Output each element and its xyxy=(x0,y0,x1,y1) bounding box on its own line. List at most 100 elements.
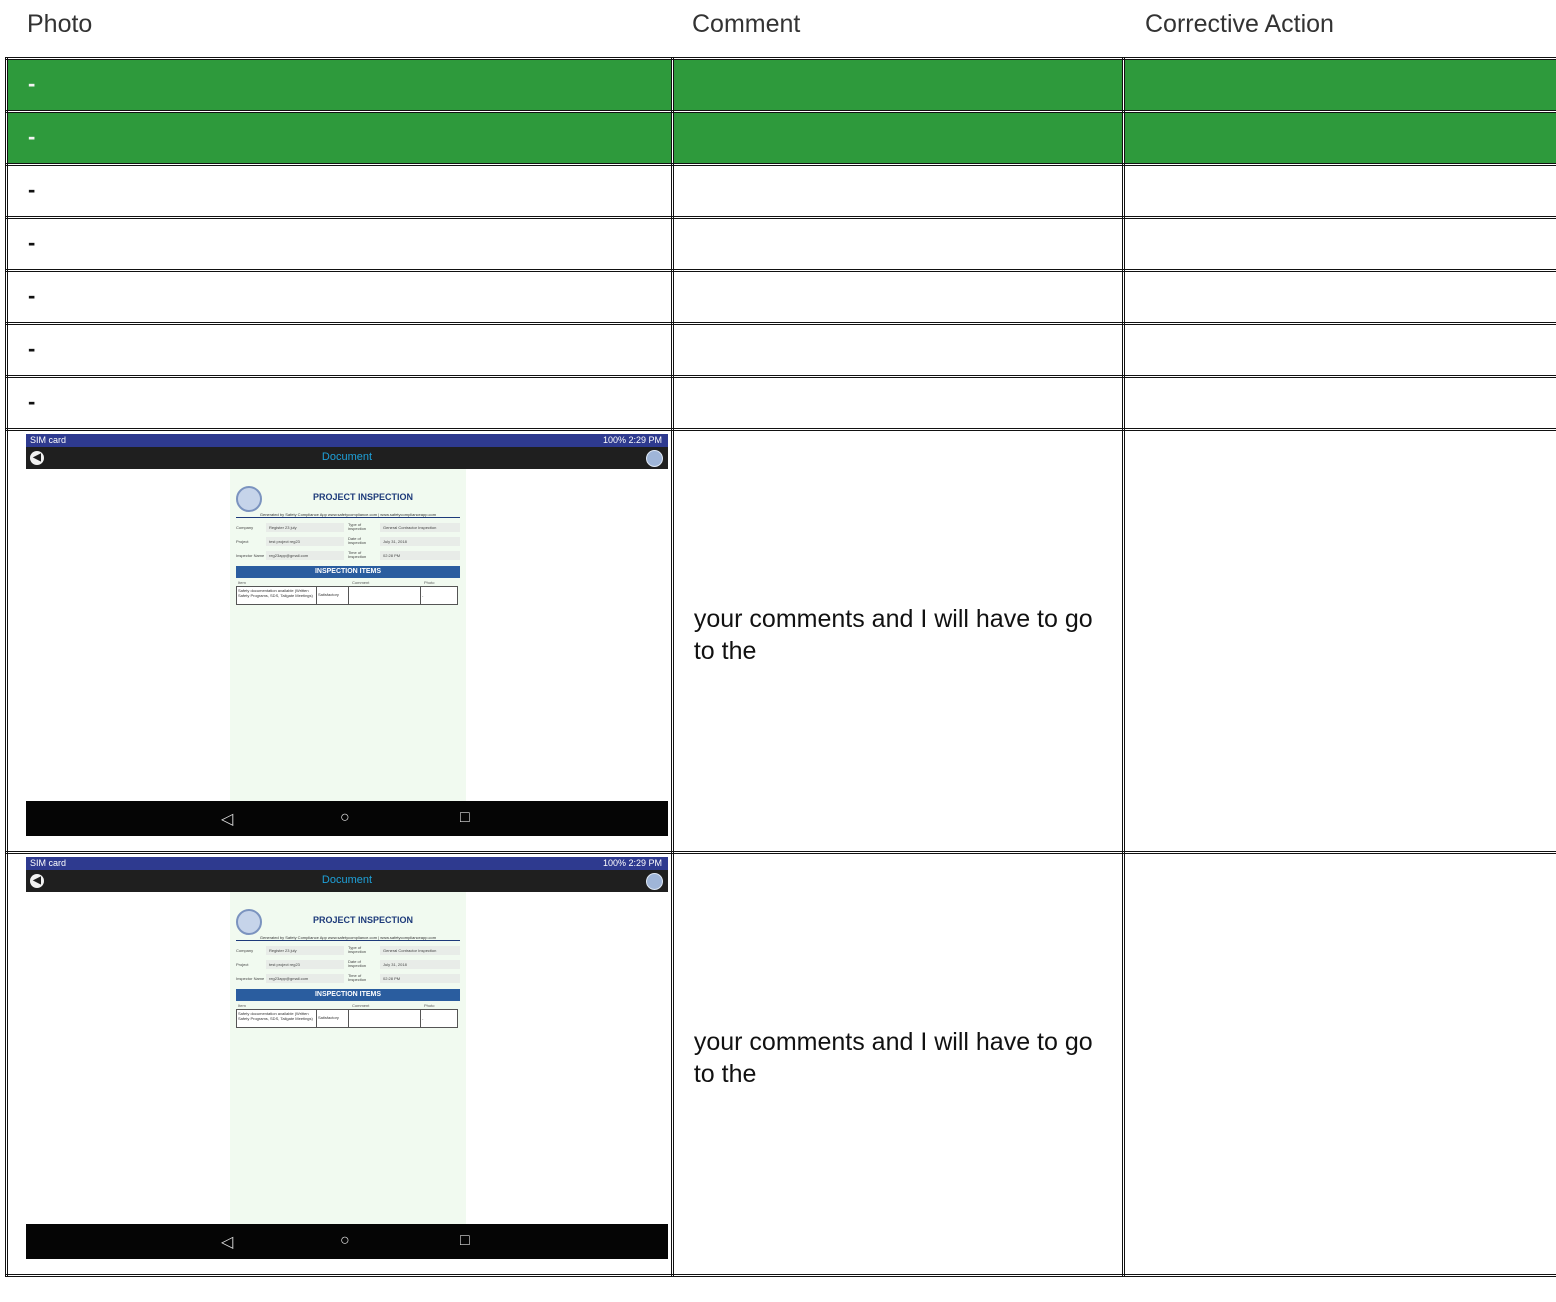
photo-placeholder: - xyxy=(28,177,36,202)
photo-cell: - xyxy=(5,163,674,219)
comment-cell xyxy=(670,322,1126,378)
nav-home-icon[interactable]: ○ xyxy=(340,809,350,827)
page: Photo Comment Corrective Action - - - - … xyxy=(0,0,1556,1302)
item-photo: - xyxy=(422,1016,424,1021)
field-key: Time of Inspection xyxy=(348,550,367,559)
field-row: Project test project reg23 Date of inspe… xyxy=(236,537,460,546)
item-status: Satisfactory xyxy=(317,587,349,604)
comment-cell xyxy=(670,57,1126,113)
corrective-action-header: Corrective Action xyxy=(1145,10,1334,38)
nav-home-icon[interactable]: ○ xyxy=(340,1232,350,1250)
app-logo-icon xyxy=(646,450,663,467)
toolbar-title: Document xyxy=(321,451,373,463)
corrective-action-cell xyxy=(1122,851,1556,1277)
item-row: Safety documentation available (Written … xyxy=(236,586,458,605)
comment-cell xyxy=(670,375,1126,431)
nav-back-icon[interactable]: ◁ xyxy=(221,809,233,829)
android-nav-bar: ◁ ○ □ xyxy=(26,1224,668,1259)
comment-cell: your comments and I will have to go to t… xyxy=(670,851,1126,1277)
items-header-comment: Comment xyxy=(352,1003,370,1008)
field-value: July 31, 2018 xyxy=(380,960,460,969)
table-row: - xyxy=(5,110,1556,166)
field-key: Inspector Name xyxy=(236,553,265,558)
app-toolbar: ◀ Document xyxy=(26,870,668,892)
items-header-item: Item xyxy=(238,580,246,585)
comment-cell xyxy=(670,163,1126,219)
divider xyxy=(236,517,460,518)
field-value: General Contractor Inspection xyxy=(380,523,460,532)
table-row: - xyxy=(5,163,1556,219)
table-row: SIM card 100% 2:29 PM ◀ Document PROJECT… xyxy=(5,428,1556,854)
nav-recent-icon[interactable]: □ xyxy=(460,809,470,827)
status-info: 100% 2:29 PM xyxy=(602,858,662,868)
field-value: Register 23 july xyxy=(266,523,344,532)
field-key: Date of inspection xyxy=(348,536,367,545)
comment-text: your comments and I will have to go to t… xyxy=(693,605,1093,665)
photo-cell: SIM card 100% 2:29 PM ◀ Document PROJECT… xyxy=(5,428,674,854)
inspection-screenshot: SIM card 100% 2:29 PM ◀ Document PROJECT… xyxy=(26,434,668,836)
status-bar: SIM card 100% 2:29 PM xyxy=(26,857,668,870)
photo-placeholder: - xyxy=(28,230,36,255)
corrective-action-cell xyxy=(1122,269,1556,325)
field-key: Date of inspection xyxy=(348,959,367,968)
table-header: Photo Comment Corrective Action xyxy=(0,0,1556,52)
doc-title: PROJECT INSPECTION xyxy=(312,492,413,502)
photo-placeholder: - xyxy=(28,124,36,149)
corrective-action-cell xyxy=(1122,428,1556,854)
items-header: Item Comment Photo xyxy=(236,580,460,585)
field-key: Type of inspection xyxy=(348,522,367,531)
items-header-photo: Photo xyxy=(424,580,435,585)
items-header-item: Item xyxy=(238,1003,246,1008)
nav-recent-icon[interactable]: □ xyxy=(460,1232,470,1250)
carrier-label: SIM card xyxy=(30,858,67,868)
photo-cell: SIM card 100% 2:29 PM ◀ Document PROJECT… xyxy=(5,851,674,1277)
carrier-label: SIM card xyxy=(30,435,67,445)
app-logo-icon xyxy=(646,873,663,890)
photo-cell: - xyxy=(5,57,674,113)
photo-cell: - xyxy=(5,269,674,325)
field-value: 02:28 PM xyxy=(380,551,460,560)
photo-placeholder: - xyxy=(28,71,36,96)
items-title: INSPECTION ITEMS xyxy=(236,566,460,578)
item-comment xyxy=(349,1010,421,1027)
field-key: Type of inspection xyxy=(348,945,367,954)
table-row: - xyxy=(5,216,1556,272)
field-row: Company Register 23 july Type of inspect… xyxy=(236,523,460,532)
item-name: Safety documentation available (Written … xyxy=(237,587,317,604)
doc-title: PROJECT INSPECTION xyxy=(312,915,413,925)
photo-placeholder: - xyxy=(28,389,36,414)
field-key: Time of Inspection xyxy=(348,973,367,982)
photo-placeholder: - xyxy=(28,283,36,308)
item-photo: - xyxy=(422,593,424,598)
corrective-action-cell xyxy=(1122,375,1556,431)
items-header-comment: Comment xyxy=(352,580,370,585)
field-key: Project xyxy=(236,539,249,544)
field-value: General Contractor Inspection xyxy=(380,946,460,955)
item-row: Safety documentation available (Written … xyxy=(236,1009,458,1028)
table-row: - xyxy=(5,269,1556,325)
nav-back-icon[interactable]: ◁ xyxy=(221,1232,233,1252)
comment-cell: your comments and I will have to go to t… xyxy=(670,428,1126,854)
field-value: Register 23 july xyxy=(266,946,344,955)
field-value: July 31, 2018 xyxy=(380,537,460,546)
table-row: - xyxy=(5,322,1556,378)
comment-cell xyxy=(670,216,1126,272)
comment-header: Comment xyxy=(692,10,801,38)
field-row: Company Register 23 july Type of inspect… xyxy=(236,946,460,955)
inspection-table: - - - - - - - SIM card 100% 2:29 PM ◀ Do… xyxy=(5,57,1556,1277)
items-header: Item Comment Photo xyxy=(236,1003,460,1008)
field-key: Project xyxy=(236,962,249,967)
field-key: Company xyxy=(236,525,254,530)
divider xyxy=(236,940,460,941)
photo-cell: - xyxy=(5,322,674,378)
android-nav-bar: ◁ ○ □ xyxy=(26,801,668,836)
photo-placeholder: - xyxy=(28,336,36,361)
items-header-photo: Photo xyxy=(424,1003,435,1008)
corrective-action-cell xyxy=(1122,163,1556,219)
field-row: Inspector Name reg23app@gmail.com Time o… xyxy=(236,551,460,560)
field-value: 02:28 PM xyxy=(380,974,460,983)
document-preview: PROJECT INSPECTION Generated by Safety C… xyxy=(230,892,466,1224)
field-value: reg23app@gmail.com xyxy=(266,974,344,983)
corrective-action-cell xyxy=(1122,110,1556,166)
status-info: 100% 2:29 PM xyxy=(602,435,662,445)
